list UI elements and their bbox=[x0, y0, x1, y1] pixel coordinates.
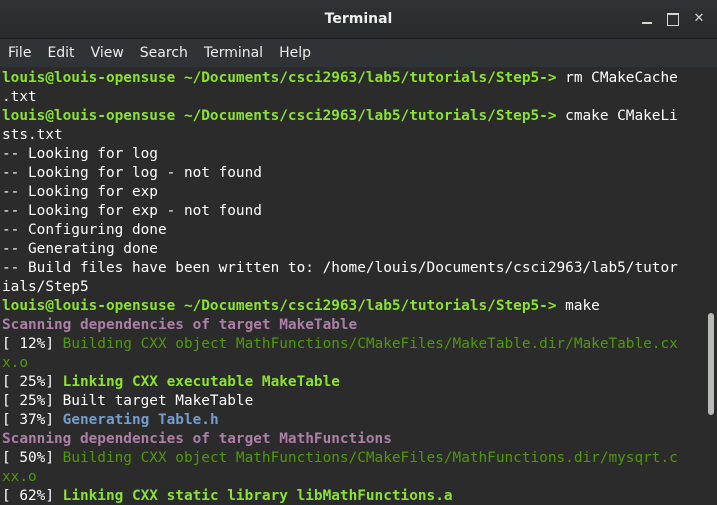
shell-prompt: louis@louis-opensuse ~/Documents/csci296… bbox=[2, 70, 557, 86]
shell-prompt: louis@louis-opensuse ~/Documents/csci296… bbox=[2, 108, 557, 124]
terminal-line: sts.txt bbox=[2, 126, 706, 145]
terminal-lines: louis@louis-opensuse ~/Documents/csci296… bbox=[0, 67, 706, 505]
terminal-line: -- Looking for log - not found bbox=[2, 164, 706, 183]
terminal-line: -- Looking for log bbox=[2, 145, 706, 164]
terminal-line: xx.o bbox=[2, 468, 706, 487]
terminal-line: [ 25%] Linking CXX executable MakeTable bbox=[2, 373, 706, 392]
terminal-line: -- Build files have been written to: /ho… bbox=[2, 259, 706, 278]
terminal-text: cmake CMakeLi bbox=[556, 108, 678, 124]
terminal-text: -- Build files have been written to: /ho… bbox=[2, 260, 678, 276]
terminal-line: Scanning dependencies of target MakeTabl… bbox=[2, 316, 706, 335]
terminal-text: Linking CXX static library libMathFuncti… bbox=[62, 488, 453, 504]
terminal-line: [ 25%] Built target MakeTable bbox=[2, 392, 706, 411]
terminal-line: ials/Step5 bbox=[2, 278, 706, 297]
terminal-line: Scanning dependencies of target MathFunc… bbox=[2, 430, 706, 449]
terminal-line: [ 12%] Building CXX object MathFunctions… bbox=[2, 335, 706, 354]
terminal-text: Building CXX object MathFunctions/CMakeF… bbox=[62, 450, 678, 466]
menu-terminal[interactable]: Terminal bbox=[196, 39, 271, 67]
scrollbar[interactable] bbox=[706, 67, 717, 505]
terminal-line: louis@louis-opensuse ~/Documents/csci296… bbox=[2, 297, 706, 316]
terminal-text: -- Looking for exp - not found bbox=[2, 203, 262, 219]
terminal-text: make bbox=[556, 298, 600, 314]
terminal-text: [ 25%] Built target MakeTable bbox=[2, 393, 254, 409]
terminal-text: [ 25%] bbox=[2, 374, 63, 390]
terminal-text: -- Configuring done bbox=[2, 222, 167, 238]
terminal-line: louis@louis-opensuse ~/Documents/csci296… bbox=[2, 107, 706, 126]
maximize-icon[interactable] bbox=[663, 9, 683, 29]
close-icon[interactable]: ✕ bbox=[689, 9, 709, 29]
menu-edit[interactable]: Edit bbox=[39, 39, 82, 67]
terminal-text: sts.txt bbox=[2, 127, 63, 143]
shell-prompt: louis@louis-opensuse ~/Documents/csci296… bbox=[2, 298, 557, 314]
menu-bar: File Edit View Search Terminal Help bbox=[0, 39, 717, 68]
terminal-text: Scanning dependencies of target MakeTabl… bbox=[2, 317, 358, 333]
terminal-text: [ 12%] bbox=[2, 336, 63, 352]
terminal-line: louis@louis-opensuse ~/Documents/csci296… bbox=[2, 69, 706, 88]
terminal-line: -- Configuring done bbox=[2, 221, 706, 240]
terminal-line: [ 62%] Linking CXX static library libMat… bbox=[2, 487, 706, 505]
terminal-text: ials/Step5 bbox=[2, 279, 89, 295]
terminal-line: -- Looking for exp - not found bbox=[2, 202, 706, 221]
terminal-text: xx.o bbox=[2, 469, 37, 485]
menu-view[interactable]: View bbox=[83, 39, 132, 67]
terminal-text: Scanning dependencies of target MathFunc… bbox=[2, 431, 392, 447]
terminal-line: [ 50%] Building CXX object MathFunctions… bbox=[2, 449, 706, 468]
terminal-line: -- Generating done bbox=[2, 240, 706, 259]
terminal-line: x.o bbox=[2, 354, 706, 373]
terminal-line: .txt bbox=[2, 88, 706, 107]
terminal-output[interactable]: louis@louis-opensuse ~/Documents/csci296… bbox=[0, 67, 706, 505]
terminal-text: [ 37%] bbox=[2, 412, 63, 428]
terminal-text: -- Looking for log - not found bbox=[2, 165, 262, 181]
terminal-text: -- Generating done bbox=[2, 241, 158, 257]
terminal-text: -- Looking for exp bbox=[2, 184, 158, 200]
menu-search[interactable]: Search bbox=[132, 39, 196, 67]
terminal-text: [ 50%] bbox=[2, 450, 63, 466]
title-bar[interactable]: Terminal ✕ bbox=[0, 0, 717, 39]
terminal-text: [ 62%] bbox=[2, 488, 63, 504]
terminal-window: Terminal ✕ File Edit View Search Termina… bbox=[0, 0, 717, 505]
terminal-text: .txt bbox=[2, 89, 37, 105]
terminal-text: Building CXX object MathFunctions/CMakeF… bbox=[62, 336, 678, 352]
window-title: Terminal bbox=[324, 11, 393, 27]
terminal-line: [ 37%] Generating Table.h bbox=[2, 411, 706, 430]
terminal-text: x.o bbox=[2, 355, 28, 371]
scrollbar-thumb[interactable] bbox=[708, 313, 714, 415]
terminal-text: rm CMakeCache bbox=[556, 70, 678, 86]
menu-help[interactable]: Help bbox=[271, 39, 319, 67]
menu-file[interactable]: File bbox=[0, 39, 39, 67]
terminal-line: -- Looking for exp bbox=[2, 183, 706, 202]
terminal-text: Generating Table.h bbox=[62, 412, 219, 428]
minimize-icon[interactable] bbox=[637, 9, 657, 29]
terminal-text: -- Looking for log bbox=[2, 146, 158, 162]
terminal-text: Linking CXX executable MakeTable bbox=[62, 374, 340, 390]
